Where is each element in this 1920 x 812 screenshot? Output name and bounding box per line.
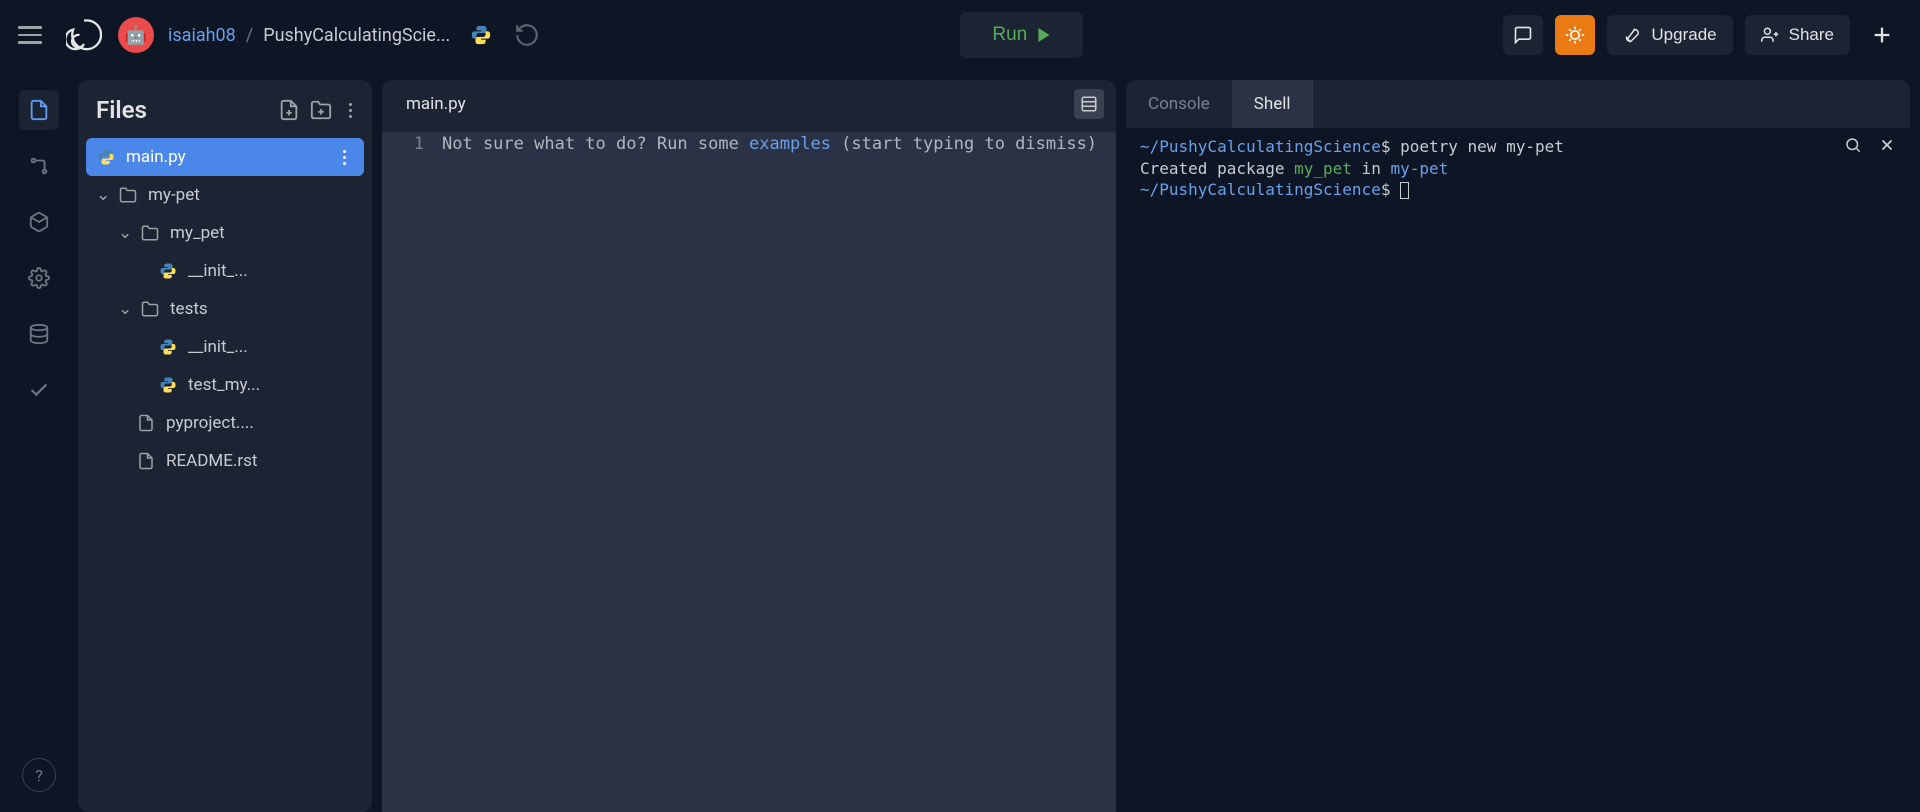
history-icon[interactable]: [514, 22, 540, 48]
chevron-down-icon: ⌄: [96, 185, 108, 205]
tree-item-label: my_pet: [170, 223, 225, 243]
tree-item-label: __init_...: [188, 261, 248, 281]
upgrade-label: Upgrade: [1651, 25, 1716, 45]
breadcrumb: isaiah08 / PushyCalculatingScie...: [168, 25, 450, 46]
share-icon: [1761, 26, 1779, 44]
line-number: 1: [382, 132, 442, 812]
tree-item-label: pyproject....: [166, 413, 254, 433]
file-icon: [136, 451, 156, 471]
run-button[interactable]: Run: [960, 12, 1083, 58]
breadcrumb-user[interactable]: isaiah08: [168, 25, 236, 46]
user-avatar[interactable]: 🤖: [118, 17, 154, 53]
editor-panel-menu[interactable]: [1074, 89, 1104, 119]
editor-tab[interactable]: main.py: [382, 80, 490, 128]
terminal[interactable]: ~/PushyCalculatingScience$ poetry new my…: [1126, 128, 1910, 812]
bug-icon: [1565, 25, 1585, 45]
editor-panel: main.py 1 Not sure what to do? Run some …: [382, 80, 1116, 812]
python-icon: [158, 337, 178, 357]
upgrade-button[interactable]: Upgrade: [1607, 15, 1732, 55]
chat-button[interactable]: [1503, 15, 1543, 55]
tree-item-README-rst[interactable]: README.rst: [86, 442, 364, 480]
terminal-search-icon[interactable]: [1844, 136, 1862, 160]
logo-icon[interactable]: [64, 15, 104, 55]
share-button[interactable]: Share: [1745, 15, 1850, 55]
python-icon: [470, 24, 492, 46]
new-folder-icon[interactable]: [310, 99, 332, 121]
rail-version[interactable]: [19, 146, 59, 186]
rail-packages[interactable]: [19, 202, 59, 242]
rail-database[interactable]: [19, 314, 59, 354]
file-more-icon[interactable]: [334, 150, 354, 165]
tree-item-tests[interactable]: ⌄ tests: [86, 290, 364, 328]
tree-item-label: main.py: [126, 147, 186, 167]
tree-item-my-pet[interactable]: ⌄ my-pet: [86, 176, 364, 214]
breadcrumb-separator: /: [246, 25, 253, 46]
file-icon: [136, 413, 156, 433]
tree-item---init----[interactable]: __init_...: [86, 328, 364, 366]
sidebar-rail: ?: [10, 80, 68, 812]
run-label: Run: [992, 24, 1027, 46]
console-panel: Console Shell ~/PushyCalculatingScience$…: [1126, 80, 1910, 812]
plus-icon: [1871, 24, 1893, 46]
python-icon: [158, 375, 178, 395]
rocket-icon: [1623, 26, 1641, 44]
menu-button[interactable]: [18, 19, 50, 51]
breadcrumb-project[interactable]: PushyCalculatingScie...: [263, 25, 450, 46]
add-button[interactable]: [1862, 15, 1902, 55]
tree-item-my-pet[interactable]: ⌄ my_pet: [86, 214, 364, 252]
files-more-icon[interactable]: [342, 99, 358, 121]
python-icon: [96, 147, 116, 167]
chevron-down-icon: ⌄: [118, 223, 130, 243]
tree-item-test-my---[interactable]: test_my...: [86, 366, 364, 404]
share-label: Share: [1789, 25, 1834, 45]
folder-icon: [118, 185, 138, 205]
tree-item-main-py[interactable]: main.py: [86, 138, 364, 176]
debug-button[interactable]: [1555, 15, 1595, 55]
rail-settings[interactable]: [19, 258, 59, 298]
terminal-cursor: [1400, 182, 1409, 199]
rail-check[interactable]: [19, 370, 59, 410]
chat-icon: [1513, 25, 1533, 45]
files-title: Files: [96, 96, 268, 124]
tree-item-label: my-pet: [148, 185, 200, 205]
editor-content[interactable]: Not sure what to do? Run some examples (…: [442, 132, 1116, 812]
tree-item---init----[interactable]: __init_...: [86, 252, 364, 290]
terminal-close-icon[interactable]: [1878, 136, 1896, 160]
help-button[interactable]: ?: [22, 758, 56, 792]
python-icon: [158, 261, 178, 281]
tree-item-label: __init_...: [188, 337, 248, 357]
tree-item-pyproject----[interactable]: pyproject....: [86, 404, 364, 442]
rail-files[interactable]: [19, 90, 59, 130]
play-icon: [1037, 28, 1051, 42]
tree-item-label: README.rst: [166, 451, 257, 471]
chevron-down-icon: ⌄: [118, 299, 130, 319]
files-panel: Files main.py ⌄ my-pet ⌄ my_pet __init_... ⌄ te…: [78, 80, 372, 812]
tab-shell[interactable]: Shell: [1232, 80, 1313, 128]
new-file-icon[interactable]: [278, 99, 300, 121]
tree-item-label: tests: [170, 299, 208, 319]
folder-icon: [140, 299, 160, 319]
tab-console[interactable]: Console: [1126, 80, 1232, 128]
folder-icon: [140, 223, 160, 243]
tree-item-label: test_my...: [188, 375, 260, 395]
